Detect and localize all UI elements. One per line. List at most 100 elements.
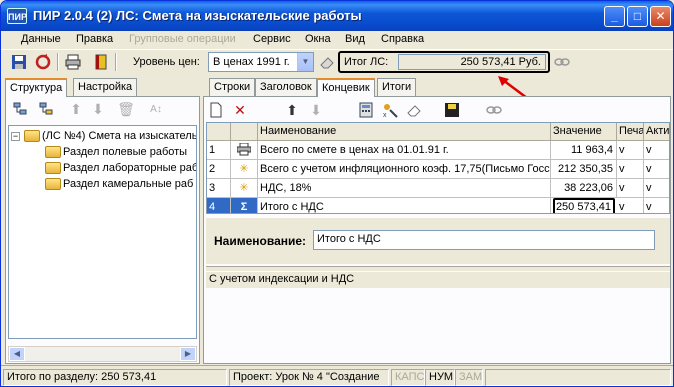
calculator-icon[interactable]	[356, 100, 376, 120]
eraser-icon[interactable]	[317, 52, 337, 72]
status-section-total: Итого по разделу: 250 573,41	[3, 369, 227, 386]
move-down-icon[interactable]: ⬇	[306, 100, 326, 120]
row-value[interactable]: 38 223,06	[551, 179, 617, 198]
grid-header-number	[207, 123, 231, 141]
menu-edit[interactable]: Правка	[76, 33, 113, 45]
move-up-icon[interactable]: ⬆	[66, 99, 86, 119]
sort-icon[interactable]: A↕	[146, 99, 166, 119]
tab-footer[interactable]: Концевик	[317, 78, 375, 97]
save-template-icon[interactable]	[442, 100, 462, 120]
scroll-right-icon[interactable]: ▶	[180, 347, 196, 361]
row-print-flag[interactable]: v	[617, 160, 644, 179]
link-icon[interactable]	[552, 52, 572, 72]
left-tab-strip: Структура Настройка	[5, 78, 201, 97]
row-name[interactable]: НДС, 18%	[258, 179, 551, 198]
row-name[interactable]: Итого с НДС	[258, 198, 551, 213]
app-icon[interactable]: ПИР	[7, 8, 27, 24]
tree-root-item[interactable]: − (ЛС №4) Смета на изыскатель	[11, 128, 197, 144]
move-down-icon[interactable]: ⬇	[88, 99, 108, 119]
grid-header-value[interactable]: Значение	[551, 123, 617, 141]
row-print-flag[interactable]: v	[617, 141, 644, 160]
name-editor: Наименование: Итого с НДС	[206, 218, 670, 264]
grid-header-print[interactable]: Печа	[617, 123, 644, 141]
status-project: Проект: Урок № 4 "Создание	[229, 369, 389, 386]
tab-header[interactable]: Заголовок	[255, 78, 317, 96]
book-icon[interactable]	[91, 52, 111, 72]
row-active-flag[interactable]: v	[644, 160, 669, 179]
tab-rows[interactable]: Строки	[209, 78, 256, 96]
price-level-select[interactable]: В ценах 1991 г. ▼	[208, 52, 314, 72]
minimize-button[interactable]: _	[604, 6, 625, 27]
row-number: 3	[207, 179, 231, 198]
new-document-icon[interactable]	[206, 100, 226, 120]
sigma-icon: Σ	[231, 198, 258, 213]
save-icon[interactable]	[9, 52, 29, 72]
row-value-highlighted[interactable]: 250 573,41	[553, 198, 615, 213]
collapse-icon[interactable]: −	[11, 131, 20, 141]
svg-text:x: x	[383, 112, 387, 118]
scroll-left-icon[interactable]: ◀	[9, 347, 25, 361]
recalculate-icon[interactable]	[33, 52, 53, 72]
grid-header-name[interactable]: Наименование	[258, 123, 551, 141]
status-num: НУМ	[425, 369, 455, 386]
row-value[interactable]: 11 963,4	[551, 141, 617, 160]
name-input[interactable]: Итого с НДС	[313, 230, 655, 250]
row-print-flag[interactable]: v	[617, 198, 644, 213]
footer-grid[interactable]: Наименование Значение Печа Акти 1 Всего …	[206, 122, 670, 214]
delete-icon[interactable]: ✕	[230, 100, 250, 120]
link-icon[interactable]	[484, 100, 504, 120]
tab-settings[interactable]: Настройка	[73, 78, 138, 96]
asterisk-icon: ✳	[231, 160, 258, 179]
menu-help[interactable]: Справка	[381, 33, 424, 45]
row-active-flag[interactable]: v	[644, 198, 669, 213]
name-label: Наименование:	[214, 234, 307, 248]
grid-header-active[interactable]: Акти	[644, 123, 669, 141]
tree-item-label: Раздел полевые работы	[63, 146, 188, 158]
row-name[interactable]: Всего с учетом инфляционного коэф. 17,75…	[258, 160, 551, 179]
print-icon[interactable]	[63, 52, 83, 72]
eraser-icon[interactable]	[404, 100, 424, 120]
status-caps: КАПС	[391, 369, 425, 386]
status-bar: Итого по разделу: 250 573,41 Проект: Уро…	[1, 365, 673, 386]
footer-note: С учетом индексации и НДС	[206, 272, 670, 288]
row-value[interactable]: 212 350,35	[551, 160, 617, 179]
menu-service[interactable]: Сервис	[253, 33, 291, 45]
right-tab-strip: Строки Заголовок Концевик Итоги	[203, 78, 671, 97]
tree-add-icon[interactable]	[10, 99, 30, 119]
tree-item-label: Раздел камеральные раб	[63, 178, 194, 190]
menu-view[interactable]: Вид	[345, 33, 365, 45]
grid-header-icon	[231, 123, 258, 141]
maximize-button[interactable]: □	[627, 6, 648, 27]
toolbar-separator	[115, 53, 117, 71]
row-active-flag[interactable]: v	[644, 141, 669, 160]
menu-data[interactable]: Данные	[21, 33, 61, 45]
asterisk-icon: ✳	[231, 179, 258, 198]
tree-item-office-works[interactable]: Раздел камеральные раб	[45, 176, 193, 192]
row-active-flag[interactable]: v	[644, 179, 669, 198]
panel-splitter[interactable]	[206, 266, 670, 271]
status-scroll: ЗАМ	[455, 369, 483, 386]
tree-add-child-icon[interactable]	[36, 99, 56, 119]
chevron-down-icon[interactable]: ▼	[297, 53, 313, 71]
total-value: 250 573,41 Руб.	[398, 54, 546, 70]
row-print-flag[interactable]: v	[617, 179, 644, 198]
move-up-icon[interactable]: ⬆	[282, 100, 302, 120]
tree-item-field-works[interactable]: Раздел полевые работы	[45, 144, 187, 160]
tree-horizontal-scrollbar[interactable]: ◀ ▶	[8, 346, 197, 362]
structure-tree[interactable]: − (ЛС №4) Смета на изыскатель Раздел поле…	[8, 125, 197, 339]
row-number: 2	[207, 160, 231, 179]
tree-root-label: (ЛС №4) Смета на изыскатель	[42, 130, 197, 142]
tab-totals[interactable]: Итоги	[377, 78, 417, 96]
delete-item-icon[interactable]: 🗑	[116, 99, 136, 119]
row-name[interactable]: Всего по смете в ценах на 01.01.91 г.	[258, 141, 551, 160]
formula-wizard-icon[interactable]: x	[380, 100, 400, 120]
footer-editor-panel: ✕ ⬆ ⬇ x Наименование Значение Печа Акти	[203, 96, 671, 364]
close-button[interactable]: ✕	[650, 6, 671, 27]
tree-item-lab-works[interactable]: Раздел лабораторные раб	[45, 160, 196, 176]
title-bar[interactable]: ПИР ПИР 2.0.4 (2) ЛС: Смета на изыскател…	[1, 1, 673, 31]
status-empty-pane	[485, 369, 671, 386]
folder-open-icon	[24, 130, 40, 143]
menu-windows[interactable]: Окна	[305, 33, 331, 45]
row-number: 1	[207, 141, 231, 160]
tab-structure[interactable]: Структура	[5, 78, 68, 97]
